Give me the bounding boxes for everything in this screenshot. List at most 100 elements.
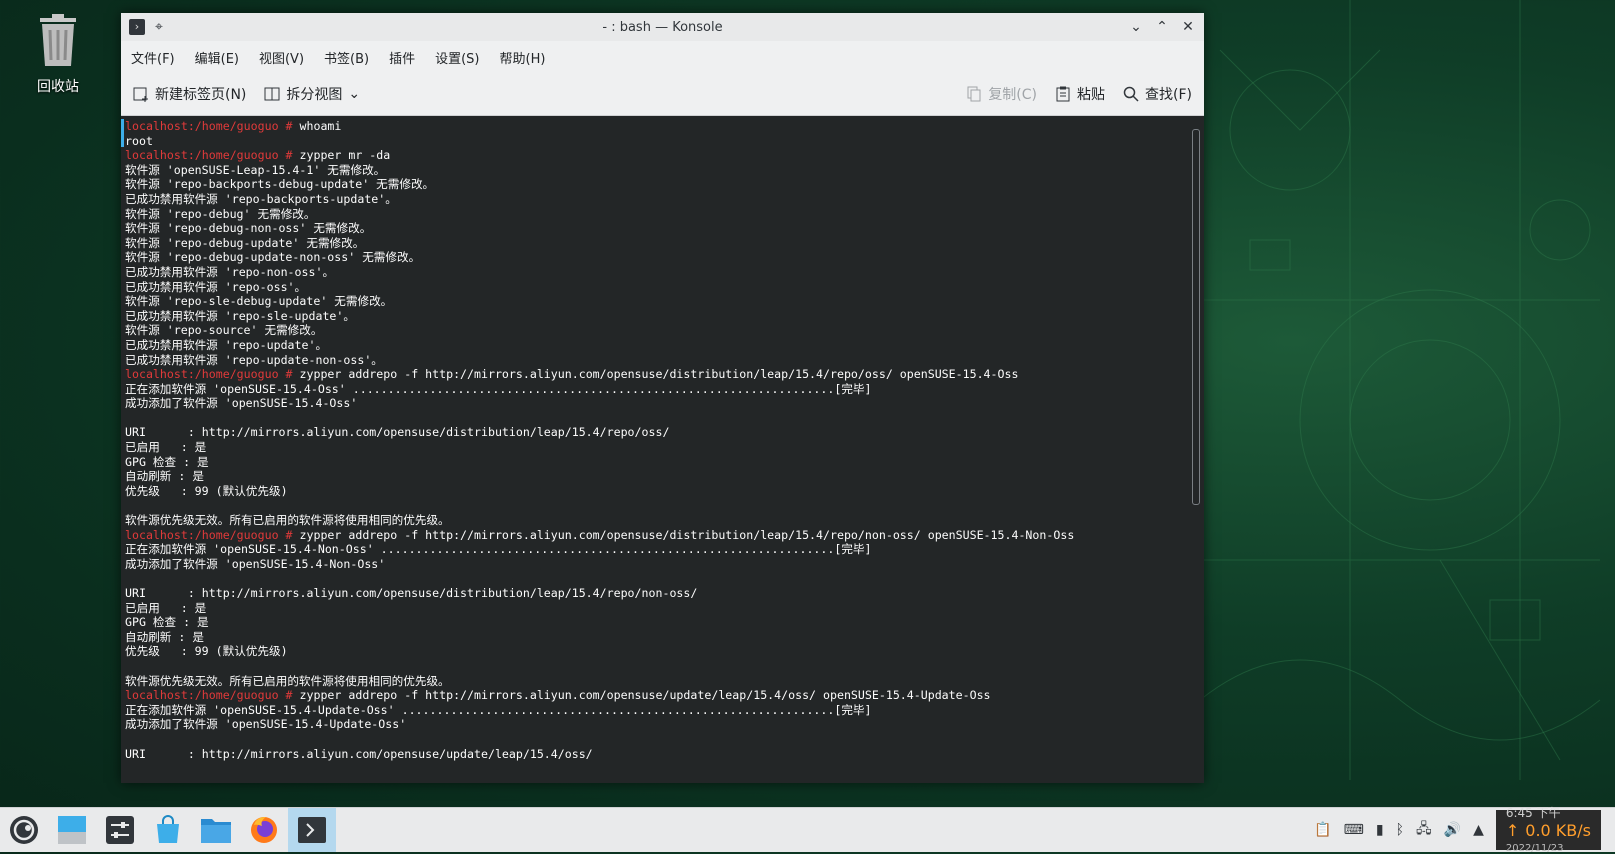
terminal-output-line: 正在添加软件源 'openSUSE-15.4-Oss' ............… [125,382,1204,397]
terminal-scrollbar[interactable] [1192,129,1200,505]
menu-file[interactable]: 文件(F) [131,48,175,67]
network-icon[interactable]: 🖧 [1416,818,1432,842]
file-manager-task[interactable] [192,808,240,852]
menu-bookmarks[interactable]: 书签(B) [324,48,369,67]
copy-label: 复制(C) [988,87,1038,103]
split-view-button[interactable]: 拆分视图 ⌄ [264,84,360,104]
output-text: GPG 检查 : 是 [125,615,209,630]
net-speed-value: 0.0 KB/s [1525,820,1591,840]
terminal-output-line: 已启用 : 是 [125,601,1204,616]
output-text: 已成功禁用软件源 'repo-non-oss'。 [125,264,335,279]
new-tab-button[interactable]: 新建标签页(N) [133,84,246,104]
expand-tray-icon[interactable]: ▲ [1473,822,1484,838]
new-tab-icon [133,87,148,102]
output-text: 软件源 'repo-source' 无需修改。 [125,323,323,338]
volume-icon[interactable]: 🔊 [1444,822,1461,838]
system-settings-task[interactable] [96,808,144,852]
output-text: 成功添加了软件源 'openSUSE-15.4-Non-Oss' [125,556,386,571]
split-view-icon [264,87,280,101]
terminal-output-line: 正在添加软件源 'openSUSE-15.4-Non-Oss' ........… [125,542,1204,557]
output-text: 软件源 'repo-debug-non-oss' 无需修改。 [125,221,372,236]
shell-prompt: localhost:/home/guoguo # [125,148,293,163]
terminal-output[interactable]: localhost:/home/guoguo # whoami root local… [121,117,1204,783]
terminal-output-line: 已成功禁用软件源 'repo-backports-update'。 [125,192,1204,207]
terminal-output-line: 软件源优先级无效。所有已启用的软件源将使用相同的优先级。 [125,674,1204,689]
copy-button[interactable]: 复制(C) [966,84,1037,104]
title-bar[interactable]: › ⌖ - : bash — Konsole ⌄ ⌃ ✕ [121,13,1204,41]
trash-label: 回收站 [37,79,79,95]
bluetooth-icon[interactable]: ᛒ [1396,822,1404,838]
storage-icon[interactable]: ▮ [1376,822,1384,838]
output-text: root [125,133,153,148]
taskbar: 📋 ⌨ ▮ ᛒ 🖧 🔊 ▲ 6:45 下午 ↑ 0.0 KB/s 2022/11… [0,806,1615,854]
terminal-output-line: URI : http://mirrors.aliyun.com/opensuse… [125,747,1204,762]
terminal-output-line: 已成功禁用软件源 'repo-oss'。 [125,280,1204,295]
command-text: zypper mr -da [292,148,391,163]
firefox-task[interactable] [240,808,288,852]
output-text: URI : http://mirrors.aliyun.com/opensuse… [125,425,670,440]
menu-view[interactable]: 视图(V) [259,48,304,67]
terminal-output-line: 正在添加软件源 'openSUSE-15.4-Update-Oss' .....… [125,703,1204,718]
output-text: 优先级 : 99 (默认优先级) [125,644,288,659]
paste-label: 粘贴 [1077,87,1106,103]
command-text: whoami [292,119,342,133]
terminal-output-line: 成功添加了软件源 'openSUSE-15.4-Update-Oss' [125,717,1204,732]
discover-store-task[interactable] [144,808,192,852]
maximize-button[interactable]: ⌃ [1154,19,1170,35]
menu-edit[interactable]: 编辑(E) [195,48,239,67]
menu-help[interactable]: 帮助(H) [500,48,546,67]
folder-icon [201,819,231,843]
output-text: 软件源 'repo-debug-update-non-oss' 无需修改。 [125,250,421,265]
output-text: URI : http://mirrors.aliyun.com/opensuse… [125,586,698,600]
trash-icon [40,14,76,66]
output-text: 已成功禁用软件源 'repo-oss'。 [125,279,307,294]
window-title: - : bash — Konsole [602,19,723,35]
shell-prompt: localhost:/home/guoguo # [125,527,293,542]
clipboard-icon[interactable]: 📋 [1314,822,1331,838]
konsole-app-icon[interactable]: › [129,19,145,35]
terminal-output-line: GPG 检查 : 是 [125,455,1204,470]
trash-desktop-icon[interactable]: 回收站 [28,12,88,96]
terminal-icon [298,817,326,843]
desktop-icon [58,816,86,844]
shopping-bag-icon [157,815,179,843]
terminal-output-line: 已成功禁用软件源 'repo-non-oss'。 [125,265,1204,280]
command-text: zypper addrepo -f http://mirrors.aliyun.… [292,367,1019,382]
terminal-command-line: localhost:/home/guoguo # zypper addrepo … [125,688,1204,703]
network-speed-widget[interactable]: 6:45 下午 ↑ 0.0 KB/s 2022/11/23 [1495,806,1601,854]
show-desktop-button[interactable] [48,808,96,852]
terminal-output-line: 软件源 'repo-backports-debug-update' 无需修改。 [125,177,1204,192]
keyboard-icon[interactable]: ⌨ [1344,822,1364,838]
terminal-output-line: 软件源 'repo-debug-update' 无需修改。 [125,236,1204,251]
terminal-output-line: 软件源 'repo-sle-debug-update' 无需修改。 [125,294,1204,309]
minimize-button[interactable]: ⌄ [1128,19,1144,35]
find-label: 查找(F) [1145,87,1192,103]
close-button[interactable]: ✕ [1180,19,1196,35]
konsole-task[interactable] [288,808,336,852]
menu-plugins[interactable]: 插件 [389,48,415,67]
terminal-output-line: GPG 检查 : 是 [125,615,1204,630]
pin-icon[interactable]: ⌖ [151,19,167,35]
terminal-output-line: 成功添加了软件源 'openSUSE-15.4-Oss' [125,396,1204,411]
upload-arrow-icon: ↑ [1505,820,1520,840]
menu-settings[interactable]: 设置(S) [435,48,479,67]
terminal-output-line: 软件源 'repo-source' 无需修改。 [125,323,1204,338]
find-button[interactable]: 查找(F) [1123,84,1192,104]
output-text: 自动刷新 : 是 [125,469,204,484]
application-launcher[interactable] [0,808,48,852]
terminal-output-line: 自动刷新 : 是 [125,630,1204,645]
terminal-output-line: 软件源 'repo-debug-update-non-oss' 无需修改。 [125,250,1204,265]
terminal-focus-marker [121,119,124,147]
output-text: 软件源 'openSUSE-Leap-15.4-1' 无需修改。 [125,162,386,177]
paste-icon [1056,86,1070,102]
paste-button[interactable]: 粘贴 [1055,84,1105,104]
terminal-output-line: 软件源 'repo-debug' 无需修改。 [125,207,1204,222]
terminal-output-line: 软件源优先级无效。所有已启用的软件源将使用相同的优先级。 [125,513,1204,528]
output-text: 软件源 'repo-sle-debug-update' 无需修改。 [125,294,393,309]
command-text: zypper addrepo -f http://mirrors.aliyun.… [292,527,1075,542]
date: 2022/11/23 [1505,843,1564,854]
